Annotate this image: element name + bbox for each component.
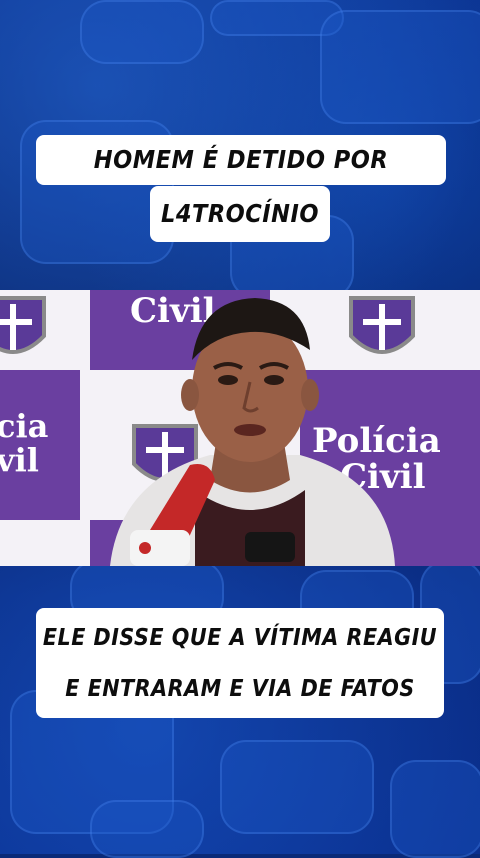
backdrop-panel	[0, 520, 90, 566]
bg-tile	[80, 0, 204, 64]
video-frame: Civil cia vil Polícia Civil	[0, 290, 480, 566]
bottom-caption: ELE DISSE QUE A VÍTIMA REAGIU E ENTRARAM…	[36, 608, 444, 718]
top-caption-line2: L4TROCÍNIO	[161, 199, 319, 228]
bg-tile	[90, 800, 204, 858]
bg-tile	[390, 760, 480, 858]
police-crest-icon	[0, 296, 46, 354]
sign-text-left: cia vil	[0, 407, 49, 479]
top-caption-second: L4TROCÍNIO	[150, 186, 330, 242]
bottom-caption-line1: ELE DISSE QUE A VÍTIMA REAGIU	[42, 625, 438, 651]
top-caption: HOMEM É DETIDO POR COMETER	[36, 135, 446, 224]
sign-left-line2: vil	[0, 440, 39, 479]
bottom-caption-line2: E ENTRARAM E VIA DE FATOS	[65, 676, 415, 702]
sign-left-line1: cia	[0, 407, 49, 445]
bg-tile	[220, 740, 374, 834]
person-figure	[110, 298, 395, 566]
bg-tile	[320, 10, 480, 124]
